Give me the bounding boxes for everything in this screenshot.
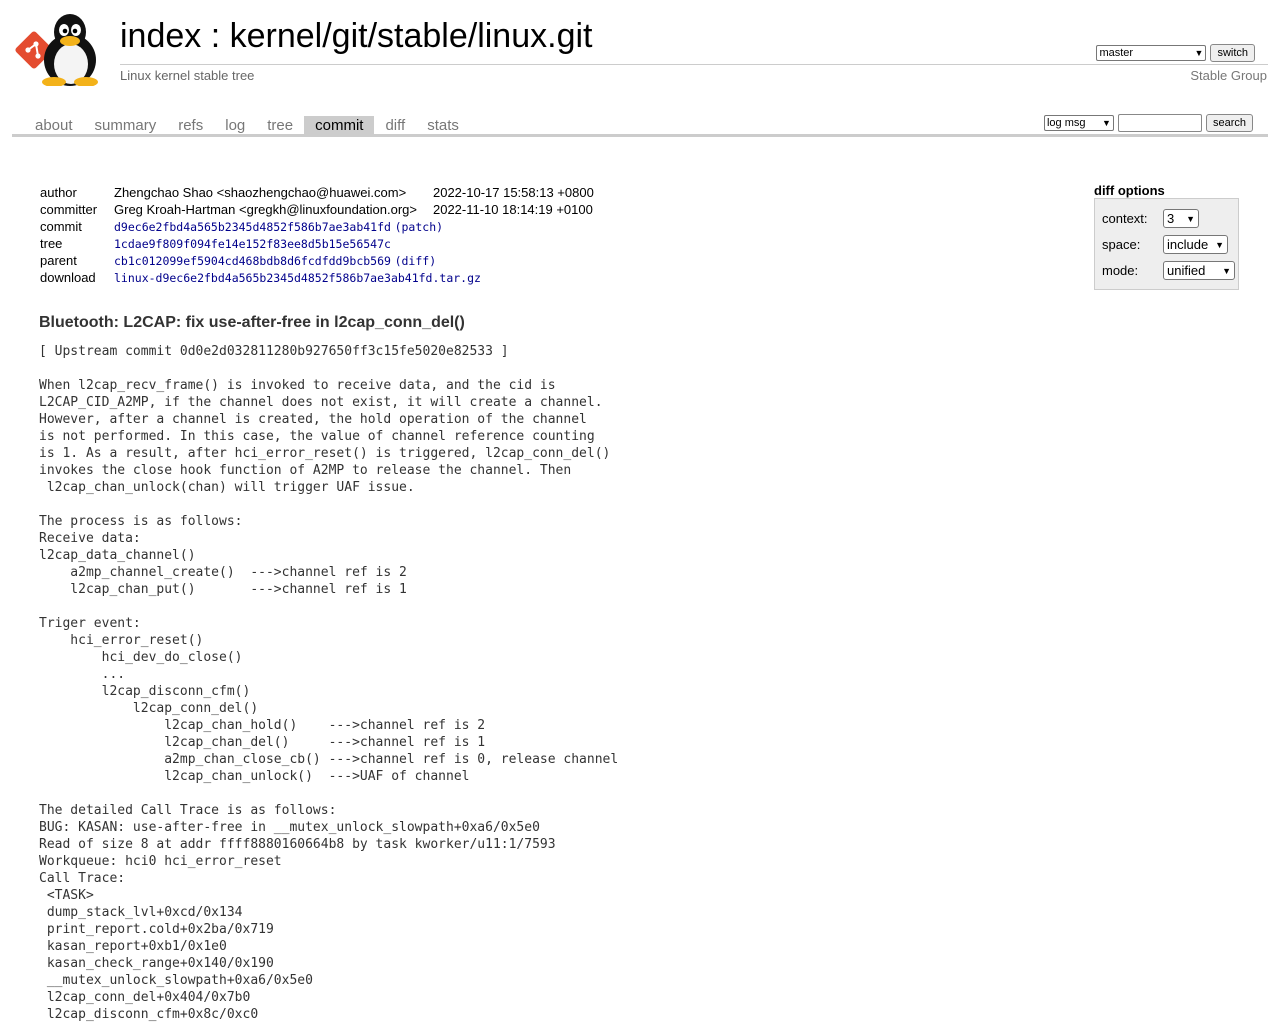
header-divider	[120, 64, 1268, 65]
tab-diff[interactable]: diff	[374, 116, 416, 136]
author-value: Zhengchao Shao <shaozhengchao@huawei.com…	[114, 185, 407, 200]
parent-hash-link[interactable]: cb1c012099ef5904cd468bdb8d6fcdfdd9bcb569	[114, 254, 391, 268]
mode-option: mode: unified ▼	[1102, 261, 1235, 280]
diff-link[interactable]: (diff)	[395, 254, 437, 268]
mode-value: unified	[1167, 263, 1206, 278]
cgit-logo[interactable]	[14, 10, 110, 87]
branch-select-value: master	[1099, 47, 1134, 59]
commit-subject: Bluetooth: L2CAP: fix use-after-free in …	[39, 314, 465, 331]
space-value: include	[1167, 237, 1209, 252]
context-option: context: 3 ▼	[1102, 209, 1199, 228]
search-form: log msg ▼ search	[1043, 114, 1253, 132]
commit-hash-link[interactable]: d9ec6e2fbd4a565b2345d4852f586b7ae3ab41fd	[114, 220, 391, 234]
download-link[interactable]: linux-d9ec6e2fbd4a565b2345d4852f586b7ae3…	[114, 271, 481, 285]
tab-commit[interactable]: commit	[304, 116, 375, 136]
switch-button[interactable]: switch	[1210, 44, 1255, 62]
space-option: space: include ▼	[1102, 235, 1228, 254]
commit-message: [ Upstream commit 0d0e2d032811280b927650…	[39, 344, 619, 1022]
tab-tree[interactable]: tree	[256, 116, 304, 136]
commit-info-table: author Zhengchao Shao <shaozhengchao@hua…	[36, 184, 598, 286]
tab-log[interactable]: log	[214, 116, 256, 136]
author-row: author Zhengchao Shao <shaozhengchao@hua…	[36, 184, 598, 201]
page-title: index : kernel/git/stable/linux.git	[120, 16, 593, 56]
index-link[interactable]: index	[120, 17, 201, 55]
space-label: space:	[1102, 237, 1141, 252]
chevron-down-icon: ▼	[1194, 48, 1204, 58]
tab-summary[interactable]: summary	[84, 116, 168, 136]
context-label: context:	[1102, 211, 1148, 226]
author-date: 2022-10-17 15:58:13 +0800	[432, 185, 594, 200]
repo-description: Linux kernel stable tree	[120, 68, 255, 83]
committer-date: 2022-11-10 18:14:19 +0100	[432, 202, 593, 217]
repo-owner: Stable Group	[1190, 68, 1267, 83]
search-type-select[interactable]: log msg ▼	[1043, 115, 1114, 131]
mode-select[interactable]: unified ▼	[1163, 261, 1235, 280]
chevron-down-icon: ▼	[1222, 265, 1231, 276]
mode-label: mode:	[1102, 263, 1139, 278]
tab-stats[interactable]: stats	[416, 116, 470, 136]
parent-row: parent cb1c012099ef5904cd468bdb8d6fcdfdd…	[36, 252, 598, 269]
repo-link[interactable]: kernel/git/stable/linux.git	[230, 17, 593, 55]
space-select[interactable]: include ▼	[1163, 235, 1228, 254]
tree-label: tree	[40, 236, 63, 251]
chevron-down-icon: ▼	[1102, 118, 1111, 128]
diff-options-panel: context: 3 ▼ space: include ▼ mode: unif…	[1094, 198, 1239, 290]
patch-link[interactable]: (patch)	[395, 220, 443, 234]
search-input[interactable]	[1117, 114, 1202, 132]
download-label: download	[40, 270, 96, 285]
tree-row: tree 1cdae9f809f094fe14e152f83ee8d5b15e5…	[36, 235, 598, 252]
search-button[interactable]: search	[1205, 114, 1253, 132]
commit-row: commit d9ec6e2fbd4a565b2345d4852f586b7ae…	[36, 218, 598, 235]
tab-about[interactable]: about	[24, 116, 84, 136]
chevron-down-icon: ▼	[1215, 239, 1224, 250]
author-label: author	[40, 185, 77, 200]
context-select[interactable]: 3 ▼	[1163, 209, 1199, 228]
context-value: 3	[1167, 211, 1175, 226]
commit-label: commit	[40, 219, 82, 234]
tab-refs[interactable]: refs	[167, 116, 214, 136]
title-separator: :	[201, 17, 230, 55]
committer-row: committer Greg Kroah-Hartman <gregkh@lin…	[36, 201, 598, 218]
chevron-down-icon: ▼	[1186, 213, 1195, 224]
committer-label: committer	[40, 202, 98, 217]
tabs-divider	[12, 134, 1268, 137]
branch-switch-form: master ▼ switch	[1096, 44, 1255, 62]
tree-hash-link[interactable]: 1cdae9f809f094fe14e152f83ee8d5b15e56547c	[114, 237, 391, 251]
parent-label: parent	[40, 253, 77, 268]
download-row: download linux-d9ec6e2fbd4a565b2345d4852…	[36, 269, 598, 286]
diff-options-title: diff options	[1094, 183, 1165, 198]
committer-value: Greg Kroah-Hartman <gregkh@linuxfoundati…	[114, 202, 417, 217]
branch-select[interactable]: master ▼	[1096, 45, 1207, 61]
nav-tabs: about summary refs log tree commit diff …	[24, 116, 470, 136]
tux-git-logo-icon	[15, 14, 98, 87]
search-type-value: log msg	[1046, 117, 1086, 129]
